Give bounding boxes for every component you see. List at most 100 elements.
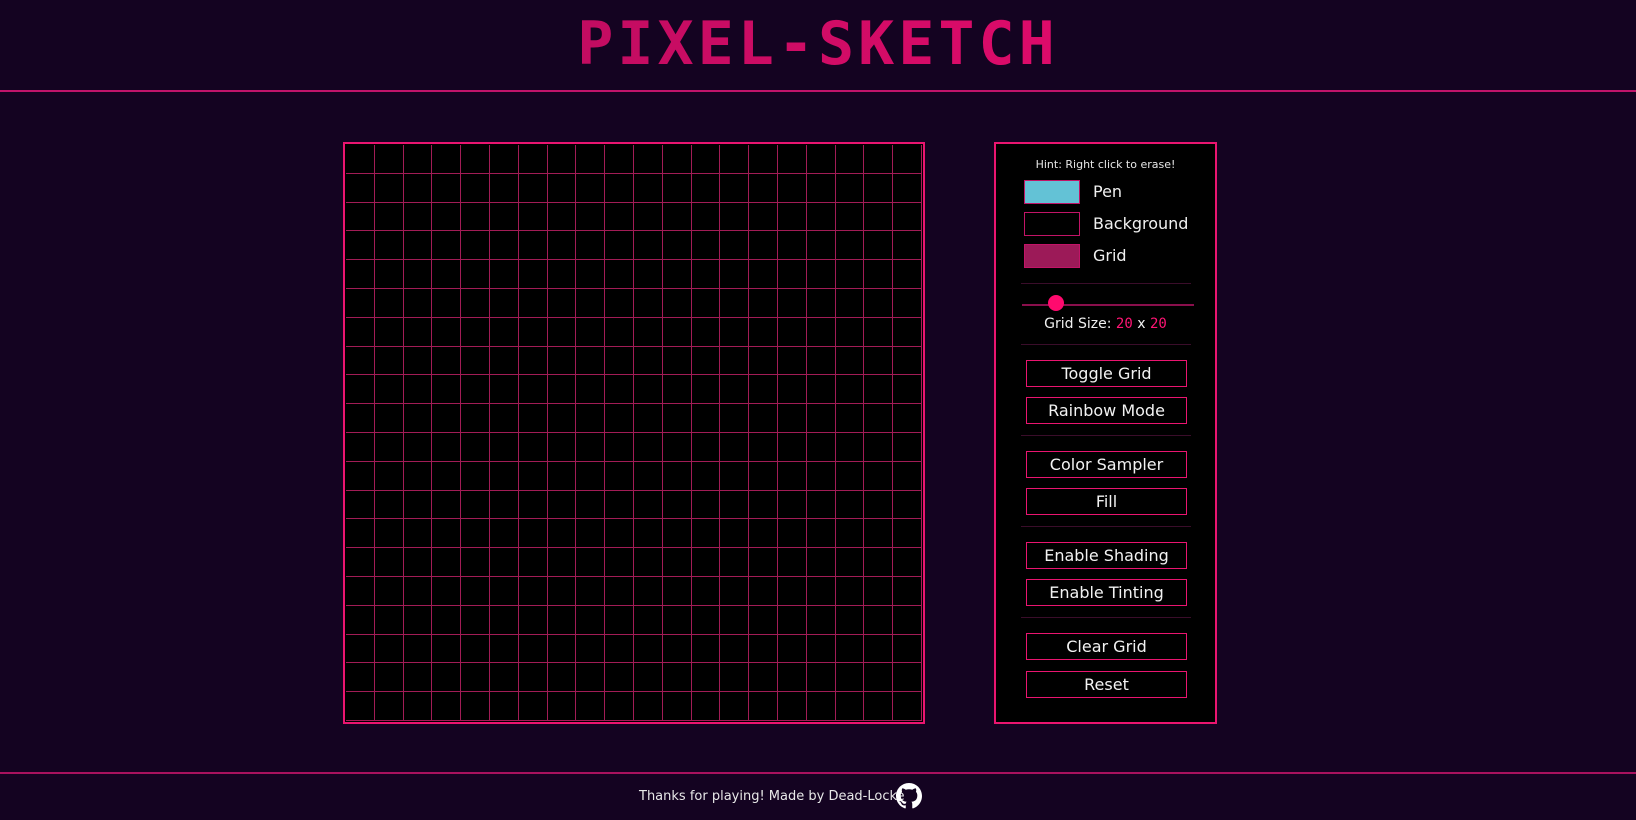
grid-cell[interactable] (432, 404, 462, 433)
grid-cell[interactable] (374, 202, 404, 232)
grid-cell[interactable] (489, 173, 519, 203)
grid-cell[interactable] (576, 663, 606, 693)
grid-cell[interactable] (749, 317, 778, 347)
grid-cell[interactable] (777, 548, 807, 577)
grid-cell[interactable] (518, 288, 548, 318)
github-icon[interactable] (896, 783, 922, 809)
grid-cell[interactable] (374, 519, 404, 549)
grid-cell[interactable] (777, 202, 807, 232)
sketch-canvas[interactable] (343, 142, 925, 724)
grid-cell[interactable] (346, 461, 375, 491)
grid-cell[interactable] (806, 576, 836, 606)
grid-cell[interactable] (374, 346, 404, 376)
grid-cell[interactable] (749, 605, 778, 635)
grid-cell[interactable] (432, 519, 462, 549)
grid-cell[interactable] (720, 404, 750, 433)
grid-cell[interactable] (662, 634, 692, 664)
grid-cell[interactable] (605, 692, 634, 721)
grid-cell[interactable] (749, 288, 778, 318)
grid-cell[interactable] (374, 605, 404, 635)
grid-cell[interactable] (403, 317, 433, 347)
grid-cell[interactable] (864, 260, 894, 289)
grid-cell[interactable] (720, 634, 750, 664)
grid-cell[interactable] (633, 634, 663, 664)
grid-cell[interactable] (461, 145, 490, 174)
grid-cell[interactable] (662, 145, 692, 174)
grid-cell[interactable] (835, 260, 865, 289)
grid-cell[interactable] (605, 317, 634, 347)
grid-cell[interactable] (461, 202, 490, 232)
grid-cell[interactable] (432, 548, 462, 577)
rainbow-mode-button[interactable]: Rainbow Mode (1026, 397, 1187, 424)
grid-cell[interactable] (547, 692, 577, 721)
grid-cell[interactable] (374, 317, 404, 347)
grid-cell[interactable] (806, 145, 836, 174)
grid-cell[interactable] (749, 576, 778, 606)
grid-cell[interactable] (691, 692, 721, 721)
grid-cell[interactable] (576, 490, 606, 520)
reset-button[interactable]: Reset (1026, 671, 1187, 698)
grid-cell[interactable] (749, 260, 778, 289)
grid-color-picker[interactable] (1024, 244, 1080, 268)
grid-cell[interactable] (547, 461, 577, 491)
grid-cell[interactable] (835, 173, 865, 203)
grid-cell[interactable] (547, 605, 577, 635)
grid-cell[interactable] (547, 404, 577, 433)
grid-cell[interactable] (893, 490, 922, 520)
grid-cell[interactable] (662, 548, 692, 577)
grid-cell[interactable] (633, 288, 663, 318)
grid-cell[interactable] (403, 519, 433, 549)
grid-cell[interactable] (576, 432, 606, 462)
grid-cell[interactable] (576, 317, 606, 347)
grid-cell[interactable] (346, 432, 375, 462)
grid-cell[interactable] (893, 375, 922, 405)
grid-cell[interactable] (864, 461, 894, 491)
grid-cell[interactable] (633, 375, 663, 405)
clear-grid-button[interactable]: Clear Grid (1026, 633, 1187, 660)
grid-cell[interactable] (893, 605, 922, 635)
grid-cell[interactable] (432, 375, 462, 405)
grid-cell[interactable] (605, 432, 634, 462)
grid-cell[interactable] (518, 404, 548, 433)
grid-cell[interactable] (346, 490, 375, 520)
grid-cell[interactable] (720, 231, 750, 261)
grid-cell[interactable] (691, 260, 721, 289)
grid-cell[interactable] (605, 145, 634, 174)
grid-cell[interactable] (374, 404, 404, 433)
grid-cell[interactable] (893, 145, 922, 174)
grid-cell[interactable] (864, 317, 894, 347)
grid-cell[interactable] (605, 519, 634, 549)
grid-cell[interactable] (806, 634, 836, 664)
grid-cell[interactable] (749, 202, 778, 232)
grid-cell[interactable] (518, 260, 548, 289)
grid-cell[interactable] (749, 634, 778, 664)
grid-cell[interactable] (489, 288, 519, 318)
grid-cell[interactable] (605, 605, 634, 635)
grid-cell[interactable] (518, 375, 548, 405)
grid-cell[interactable] (777, 145, 807, 174)
grid-cell[interactable] (662, 260, 692, 289)
grid-cell[interactable] (691, 231, 721, 261)
grid-cell[interactable] (691, 173, 721, 203)
grid-cell[interactable] (547, 375, 577, 405)
grid-cell[interactable] (835, 346, 865, 376)
grid-cell[interactable] (691, 145, 721, 174)
grid-cell[interactable] (403, 260, 433, 289)
grid-cell[interactable] (346, 231, 375, 261)
grid-cell[interactable] (691, 461, 721, 491)
grid-cell[interactable] (432, 288, 462, 318)
grid-cell[interactable] (374, 375, 404, 405)
grid-cell[interactable] (633, 404, 663, 433)
grid-cell[interactable] (346, 260, 375, 289)
grid-cell[interactable] (576, 519, 606, 549)
grid-cell[interactable] (403, 231, 433, 261)
grid-cell[interactable] (461, 173, 490, 203)
grid-cell[interactable] (662, 173, 692, 203)
grid-cell[interactable] (893, 260, 922, 289)
grid-cell[interactable] (691, 548, 721, 577)
grid-cell[interactable] (835, 548, 865, 577)
grid-cell[interactable] (403, 202, 433, 232)
grid-cell[interactable] (346, 173, 375, 203)
grid-cell[interactable] (576, 145, 606, 174)
grid-cell[interactable] (461, 288, 490, 318)
